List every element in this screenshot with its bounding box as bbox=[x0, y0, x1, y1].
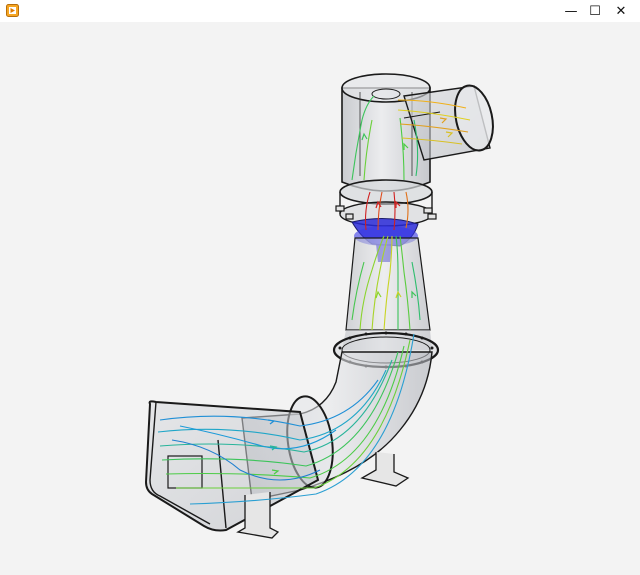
close-icon: ✕ bbox=[615, 3, 627, 19]
title-bar[interactable]: — ☐ ✕ bbox=[0, 0, 640, 22]
application-window: — ☐ ✕ bbox=[0, 0, 640, 575]
close-button[interactable]: ✕ bbox=[598, 0, 640, 22]
inlet-hood bbox=[144, 400, 320, 532]
app-icon bbox=[6, 4, 19, 17]
cfd-model-render bbox=[144, 73, 494, 539]
3d-viewport[interactable] bbox=[0, 22, 640, 575]
